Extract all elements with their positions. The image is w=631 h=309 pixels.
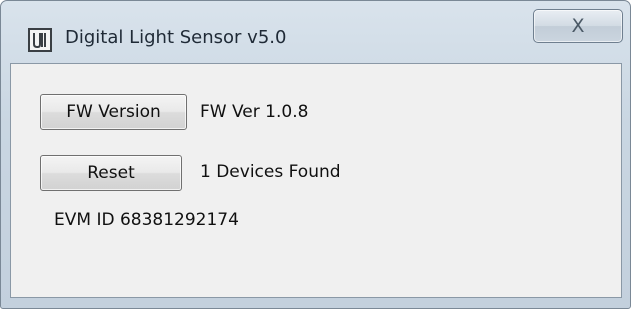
- evm-id-label: EVM ID 68381292174: [54, 210, 239, 230]
- window-title: Digital Light Sensor v5.0: [65, 27, 287, 48]
- reset-button[interactable]: Reset: [40, 155, 182, 191]
- fw-version-label: FW Ver 1.0.8: [200, 102, 309, 122]
- close-icon: X: [571, 15, 585, 37]
- close-button[interactable]: X: [533, 9, 623, 43]
- fw-version-button[interactable]: FW Version: [40, 94, 187, 130]
- app-logo-icon[interactable]: [28, 28, 52, 52]
- client-area: FW Version FW Ver 1.0.8 Reset 1 Devices …: [10, 63, 622, 298]
- devices-found-label: 1 Devices Found: [200, 162, 341, 182]
- title-bar[interactable]: Digital Light Sensor v5.0 X: [1, 1, 630, 63]
- app-window: Digital Light Sensor v5.0 X FW Version F…: [0, 0, 631, 309]
